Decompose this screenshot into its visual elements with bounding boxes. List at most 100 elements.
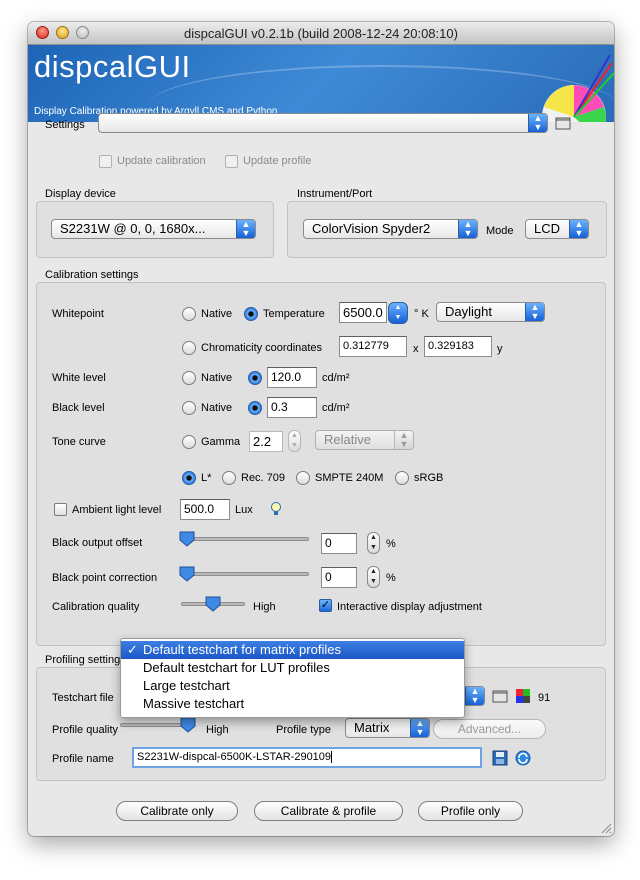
black-output-offset-unit: % [386,538,396,550]
black-output-offset-label: Black output offset [52,537,143,549]
black-level-unit: cd/m² [322,402,350,414]
open-folder-icon[interactable] [555,115,571,131]
chevron-updown-icon: ▲ ▼ [465,687,484,705]
whitepoint-native-radio[interactable] [182,307,196,321]
testchart-dropdown-menu: ✓ Default testchart for matrix profiles … [120,638,465,718]
black-point-correction-unit: % [386,572,396,584]
whitepoint-chromaticity-radio[interactable] [182,341,196,355]
advanced-button[interactable]: Advanced... [433,719,546,739]
color-wheel-logo-icon [542,54,614,122]
title-bar: dispcalGUI v0.2.1b (build 2008-12-24 20:… [28,22,614,45]
testchart-menu-item[interactable]: Default testchart for LUT profiles [121,659,464,677]
profile-quality-label: Profile quality [52,724,119,736]
testchart-menu-item[interactable]: Massive testchart [121,695,464,713]
white-level-custom-radio[interactable] [248,371,262,385]
update-calibration-label: Update calibration [117,155,206,167]
save-icon[interactable] [492,750,508,766]
chevron-updown-icon: ▲ ▼ [458,220,477,238]
mode-label: Mode [486,225,514,237]
temperature-input[interactable]: 6500.0 [339,302,387,323]
white-level-native-radio[interactable] [182,371,196,385]
chevron-updown-icon: ▲ ▼ [236,220,255,238]
black-point-correction-stepper[interactable]: ▲ ▼ [367,566,380,588]
tone-curve-lstar-label: L* [201,472,212,484]
white-level-unit: cd/m² [322,372,350,384]
display-device-value: S2231W @ 0, 0, 1680x... [60,221,206,236]
whitepoint-temperature-label: Temperature [263,308,325,320]
interactive-adjustment-label: Interactive display adjustment [337,601,482,613]
black-output-offset-slider[interactable] [183,537,309,541]
profile-only-button[interactable]: Profile only [418,801,523,821]
tone-curve-srgb-radio[interactable] [395,471,409,485]
gamma-input[interactable]: 2.2 [249,431,283,452]
testchart-menu-item[interactable]: Large testchart [121,677,464,695]
testchart-file-label: Testchart file [52,692,114,704]
tone-curve-lstar-radio[interactable] [182,471,196,485]
black-point-correction-slider[interactable] [183,572,309,576]
resize-grip-icon[interactable] [599,821,612,834]
gamma-type-value: Relative [324,432,371,447]
testchart-menu-item-label: Massive testchart [143,696,245,711]
whitepoint-native-label: Native [201,308,233,320]
black-level-input[interactable]: 0.3 [267,397,317,418]
chromaticity-x-input[interactable]: 0.312779 [339,336,407,357]
black-output-offset-input[interactable]: 0 [321,533,357,554]
tone-curve-rec709-label: Rec. 709 [241,472,286,484]
gamma-type-select[interactable]: Relative ▲ ▼ [315,430,414,450]
profile-quality-knob[interactable] [180,717,196,733]
tone-curve-rec709-radio[interactable] [222,471,236,485]
black-level-label: Black level [52,402,105,414]
black-output-offset-knob[interactable] [179,531,195,547]
whitepoint-temperature-radio[interactable] [244,307,258,321]
whitepoint-label: Whitepoint [52,308,104,320]
tone-curve-smpte-label: SMPTE 240M [315,472,384,484]
update-profile-checkbox[interactable] [225,155,238,168]
calibration-quality-knob[interactable] [205,596,221,612]
chromaticity-y-label: y [497,343,503,355]
testchart-menu-item[interactable]: ✓ Default testchart for matrix profiles [121,641,464,659]
profiling-settings-label: Profiling settings [45,654,126,666]
whitepoint-type-select[interactable]: Daylight ▲ ▼ [436,302,545,322]
instrument-select[interactable]: ColorVision Spyder2 ▲ ▼ [303,219,478,239]
ambient-light-checkbox[interactable] [54,503,67,516]
testchart-editor-icon[interactable] [515,688,531,704]
chromaticity-y-input[interactable]: 0.329183 [424,336,492,357]
white-level-input[interactable]: 120.0 [267,367,317,388]
settings-select[interactable]: ▲ ▼ [98,113,548,133]
window-title: dispcalGUI v0.2.1b (build 2008-12-24 20:… [184,26,458,41]
calibrate-only-button[interactable]: Calibrate only [116,801,238,821]
interactive-adjustment-checkbox[interactable]: ✓ [319,599,332,612]
update-calibration-checkbox[interactable] [99,155,112,168]
black-point-correction-input[interactable]: 0 [321,567,357,588]
display-device-select[interactable]: S2231W @ 0, 0, 1680x... ▲ ▼ [51,219,256,239]
calibrate-and-profile-button[interactable]: Calibrate & profile [254,801,403,821]
banner-title: dispcalGUI [34,49,191,84]
ambient-light-unit: Lux [235,504,253,516]
profile-quality-value: High [206,724,229,736]
mode-select[interactable]: LCD ▲ ▼ [525,219,589,239]
testchart-patch-count: 91 [538,692,551,704]
profile-type-select[interactable]: Matrix ▲ ▼ [345,718,430,738]
black-point-correction-knob[interactable] [179,566,195,582]
profile-name-input[interactable]: S2231W-dispcal-6500K-LSTAR-290109 [132,747,482,768]
gamma-stepper[interactable]: ▲ ▼ [288,430,301,452]
refresh-icon[interactable] [515,750,531,766]
lightbulb-icon[interactable] [268,501,284,517]
tone-curve-smpte-radio[interactable] [296,471,310,485]
temperature-stepper[interactable]: ▲ ▼ [388,302,408,324]
black-level-native-radio[interactable] [182,401,196,415]
chromaticity-x-label: x [413,343,419,355]
text-cursor [331,751,333,764]
black-level-custom-radio[interactable] [248,401,262,415]
black-point-correction-label: Black point correction [52,572,158,584]
kelvin-unit-label: ° K [414,308,429,320]
checkmark-icon: ✓ [127,642,138,657]
open-folder-icon[interactable] [492,688,508,704]
black-output-offset-stepper[interactable]: ▲ ▼ [367,532,380,554]
tone-curve-gamma-radio[interactable] [182,435,196,449]
update-profile-label: Update profile [243,155,312,167]
profile-type-label: Profile type [276,724,332,736]
ambient-light-input[interactable]: 500.0 [180,499,230,520]
calibration-settings-label: Calibration settings [45,269,139,281]
profile-name-label: Profile name [52,753,114,765]
